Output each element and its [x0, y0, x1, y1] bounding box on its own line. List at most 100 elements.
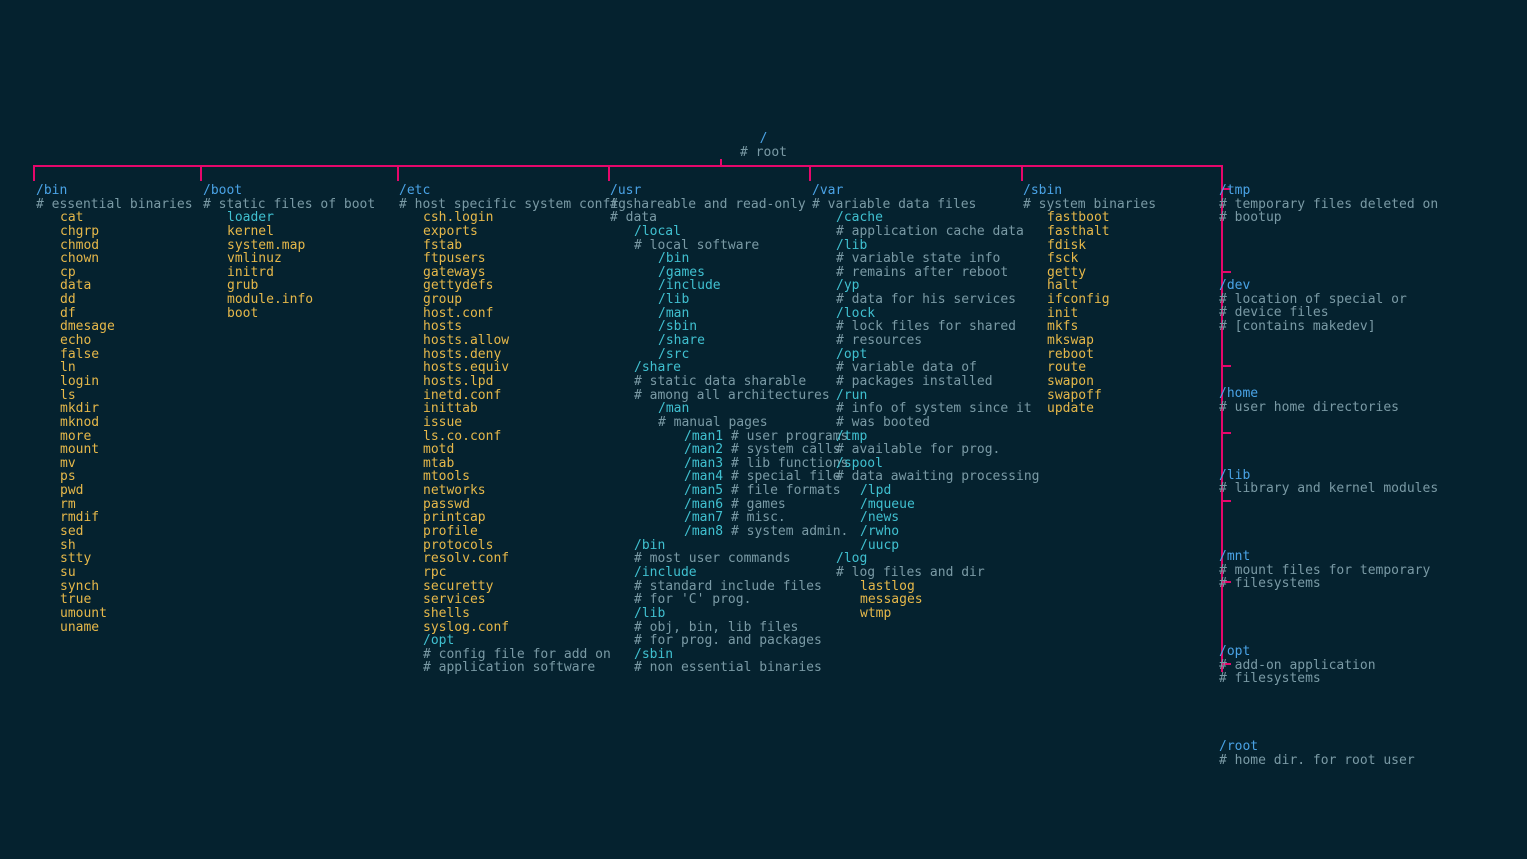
- sbin-header: /sbin: [1023, 184, 1219, 198]
- side-path-6: /root: [1219, 740, 1424, 754]
- usr-bin: /bin: [634, 539, 812, 553]
- usr-local-item-5: /sbin: [658, 320, 812, 334]
- usr-man-row-0: /man1 # user programs: [658, 430, 812, 444]
- sbin-item-12: swapon: [1047, 375, 1219, 389]
- etc-item-10: hosts.deny: [423, 348, 610, 362]
- side-c-4-0: # mount files for temporary: [1219, 564, 1424, 578]
- var-path-3: /lock: [836, 307, 1023, 321]
- bin-item-29: umount: [60, 607, 203, 621]
- var-sub-7-0: /lpd: [860, 484, 1023, 498]
- connector-stub-4: [809, 165, 811, 181]
- side-sec-3: /lib# library and kernel modules: [1219, 469, 1424, 496]
- boot-item-3: initrd: [227, 266, 399, 280]
- bin-item-7: df: [60, 307, 203, 321]
- etc-item-25: resolv.conf: [423, 552, 610, 566]
- etc-item-2: fstab: [423, 239, 610, 253]
- side-path-5: /opt: [1219, 645, 1424, 659]
- bin-item-28: true: [60, 593, 203, 607]
- bin-item-15: mknod: [60, 416, 203, 430]
- usr-local-item-2: /include: [658, 279, 812, 293]
- usr-local-item-1: /games: [658, 266, 812, 280]
- usr-man-row-6: /man7 # misc.: [658, 511, 812, 525]
- connector-horizontal: [33, 165, 1223, 167]
- var-sub-7-2: /news: [860, 511, 1023, 525]
- var-c-1-1: # remains after reboot: [836, 266, 1023, 280]
- var-c-4-1: # packages installed: [836, 375, 1023, 389]
- etc-item-16: ls.co.conf: [423, 430, 610, 444]
- sbin-item-7: init: [1047, 307, 1219, 321]
- usr-local-item-0: /bin: [658, 252, 812, 266]
- sbin-item-6: ifconfig: [1047, 293, 1219, 307]
- etc-item-13: inetd.conf: [423, 389, 610, 403]
- var-sub-8-2: wtmp: [860, 607, 1023, 621]
- usr-sbin-c: # non essential binaries: [634, 661, 812, 675]
- etc-item-5: gettydefs: [423, 279, 610, 293]
- side-c-2-0: # user home directories: [1219, 401, 1424, 415]
- etc-item-15: issue: [423, 416, 610, 430]
- etc-comment: # host specific system config: [399, 198, 610, 212]
- sbin-item-11: route: [1047, 361, 1219, 375]
- usr-lib-c2: # for prog. and packages: [634, 634, 812, 648]
- usr-lib-c1: # obj, bin, lib files: [634, 621, 812, 635]
- usr-share-c1: # static data sharable: [634, 375, 812, 389]
- side-column: /tmp# temporary files deleted on# bootup…: [1219, 184, 1424, 821]
- etc-item-21: passwd: [423, 498, 610, 512]
- sbin-item-14: update: [1047, 402, 1219, 416]
- side-path-2: /home: [1219, 387, 1424, 401]
- usr-man: /man: [658, 402, 812, 416]
- side-sec-6: /root# home dir. for root user: [1219, 740, 1424, 767]
- var-sub-7-1: /mqueue: [860, 498, 1023, 512]
- etc-opt-c1: # config file for add on: [423, 648, 610, 662]
- var-sub-7-4: /uucp: [860, 539, 1023, 553]
- usr-local-c: # local software: [634, 239, 812, 253]
- var-c-0-0: # application cache data: [836, 225, 1023, 239]
- root-path: /: [0, 132, 1527, 146]
- boot-header: /boot: [203, 184, 399, 198]
- var-path-8: /log: [836, 552, 1023, 566]
- bin-item-19: ps: [60, 470, 203, 484]
- usr-man-c: # manual pages: [658, 416, 812, 430]
- etc-item-9: hosts.allow: [423, 334, 610, 348]
- sbin-item-8: mkfs: [1047, 320, 1219, 334]
- sbin-item-2: fdisk: [1047, 239, 1219, 253]
- connector-root-stub: [720, 159, 722, 165]
- connector-stub-0: [33, 165, 35, 181]
- etc-item-6: group: [423, 293, 610, 307]
- bin-header: /bin: [36, 184, 203, 198]
- etc-item-29: shells: [423, 607, 610, 621]
- var-header: /var: [812, 184, 1023, 198]
- usr-share-c2: # among all architectures: [634, 389, 812, 403]
- bin-item-25: stty: [60, 552, 203, 566]
- usr-local-item-7: /src: [658, 348, 812, 362]
- etc-item-26: rpc: [423, 566, 610, 580]
- var-column: /var # variable data files /cache# appli…: [812, 184, 1023, 821]
- side-sec-2: /home# user home directories: [1219, 387, 1424, 414]
- var-c-6-0: # available for prog.: [836, 443, 1023, 457]
- usr-include: /include: [634, 566, 812, 580]
- etc-item-17: motd: [423, 443, 610, 457]
- connector-stub-2: [397, 165, 399, 181]
- boot-item-5: module.info: [227, 293, 399, 307]
- var-sub-8-0: lastlog: [860, 580, 1023, 594]
- sbin-item-3: fsck: [1047, 252, 1219, 266]
- usr-bin-c: # most user commands: [634, 552, 812, 566]
- bin-item-27: synch: [60, 580, 203, 594]
- etc-item-23: profile: [423, 525, 610, 539]
- usr-comment: # shareable and read-only: [610, 198, 812, 212]
- usr-man-row-3: /man4 # special file: [658, 470, 812, 484]
- bin-item-1: chgrp: [60, 225, 203, 239]
- boot-item-1: system.map: [227, 239, 399, 253]
- etc-column: /etc # host specific system config csh.l…: [399, 184, 610, 821]
- boot-loader: loader: [227, 211, 399, 225]
- bin-item-10: false: [60, 348, 203, 362]
- root-comment: # root: [0, 146, 1527, 160]
- side-path-1: /dev: [1219, 279, 1424, 293]
- var-path-6: /tmp: [836, 430, 1023, 444]
- side-c-1-2: # [contains makedev]: [1219, 320, 1424, 334]
- side-c-0-0: # temporary files deleted on: [1219, 198, 1424, 212]
- boot-item-0: kernel: [227, 225, 399, 239]
- boot-item-2: vmlinuz: [227, 252, 399, 266]
- bin-item-13: ls: [60, 389, 203, 403]
- usr-include-c2: # for 'C' prog.: [634, 593, 812, 607]
- var-comment: # variable data files: [812, 198, 1023, 212]
